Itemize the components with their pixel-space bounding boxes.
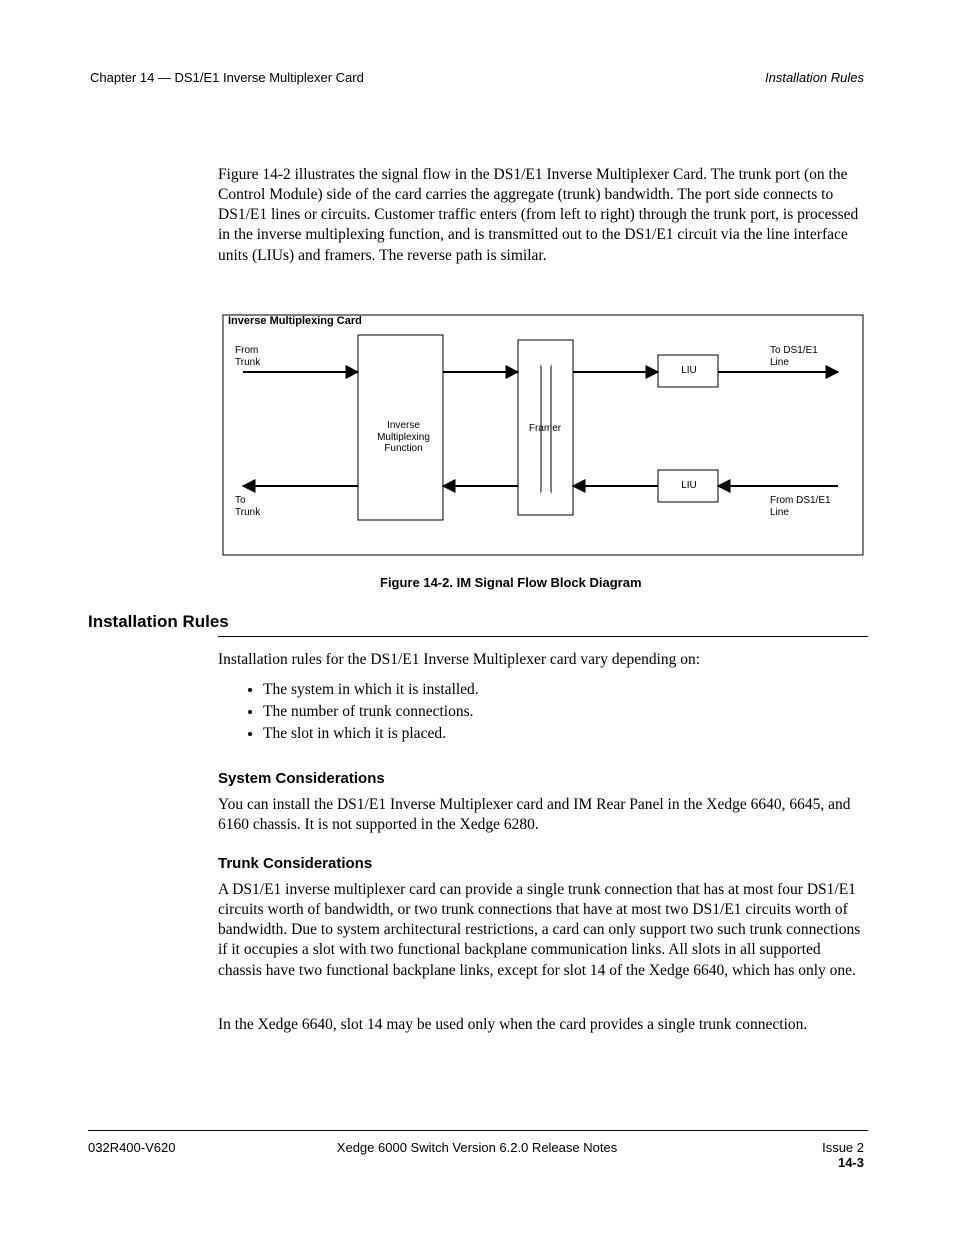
rule-divider: [218, 636, 868, 637]
rules-bullet-item: The number of trunk connections.: [263, 702, 863, 722]
system-considerations-paragraph: You can install the DS1/E1 Inverse Multi…: [218, 795, 868, 835]
footer-center: Xedge 6000 Switch Version 6.2.0 Release …: [0, 1140, 954, 1155]
footer-right-issue: Issue 2: [822, 1140, 864, 1155]
intro-paragraph: Figure 14-2 illustrates the signal flow …: [218, 165, 868, 266]
diagram-label-line-in: From DS1/E1 Line: [770, 495, 850, 518]
diagram-label-line-out: To DS1/E1 Line: [770, 345, 840, 368]
diagram-box-liu-rx: LIU: [660, 480, 718, 492]
running-header-left: Chapter 14 — DS1/E1 Inverse Multiplexer …: [90, 70, 364, 87]
rules-bullet-item: The system in which it is installed.: [263, 680, 863, 700]
diagram-box-inverse-mux: Inverse Multiplexing Function: [366, 420, 441, 455]
system-considerations-heading: System Considerations: [218, 770, 385, 787]
footer-divider: [88, 1130, 868, 1131]
page: Chapter 14 — DS1/E1 Inverse Multiplexer …: [0, 0, 954, 1235]
rules-bullet-list: The system in which it is installed. The…: [245, 678, 863, 746]
rules-bullet-item: The slot in which it is placed.: [263, 724, 863, 744]
trunk-considerations-paragraph-1: A DS1/E1 inverse multiplexer card can pr…: [218, 880, 868, 981]
diagram-label-trunk-out: To Trunk: [235, 495, 280, 518]
diagram-box-framer: Framer: [520, 423, 570, 435]
diagram-outer-label: Inverse Multiplexing Card: [228, 315, 362, 327]
diagram-box-liu-tx: LIU: [660, 365, 718, 377]
figure-caption: Figure 14-2. IM Signal Flow Block Diagra…: [380, 575, 642, 590]
diagram-label-trunk-in: From Trunk: [235, 345, 280, 368]
running-header-right: Installation Rules: [765, 70, 864, 87]
installation-rules-heading: Installation Rules: [88, 612, 229, 632]
footer-right-page: 14-3: [838, 1155, 864, 1170]
trunk-considerations-paragraph-2: In the Xedge 6640, slot 14 may be used o…: [218, 1015, 868, 1035]
rules-intro: Installation rules for the DS1/E1 Invers…: [218, 650, 868, 670]
trunk-considerations-heading: Trunk Considerations: [218, 855, 372, 872]
